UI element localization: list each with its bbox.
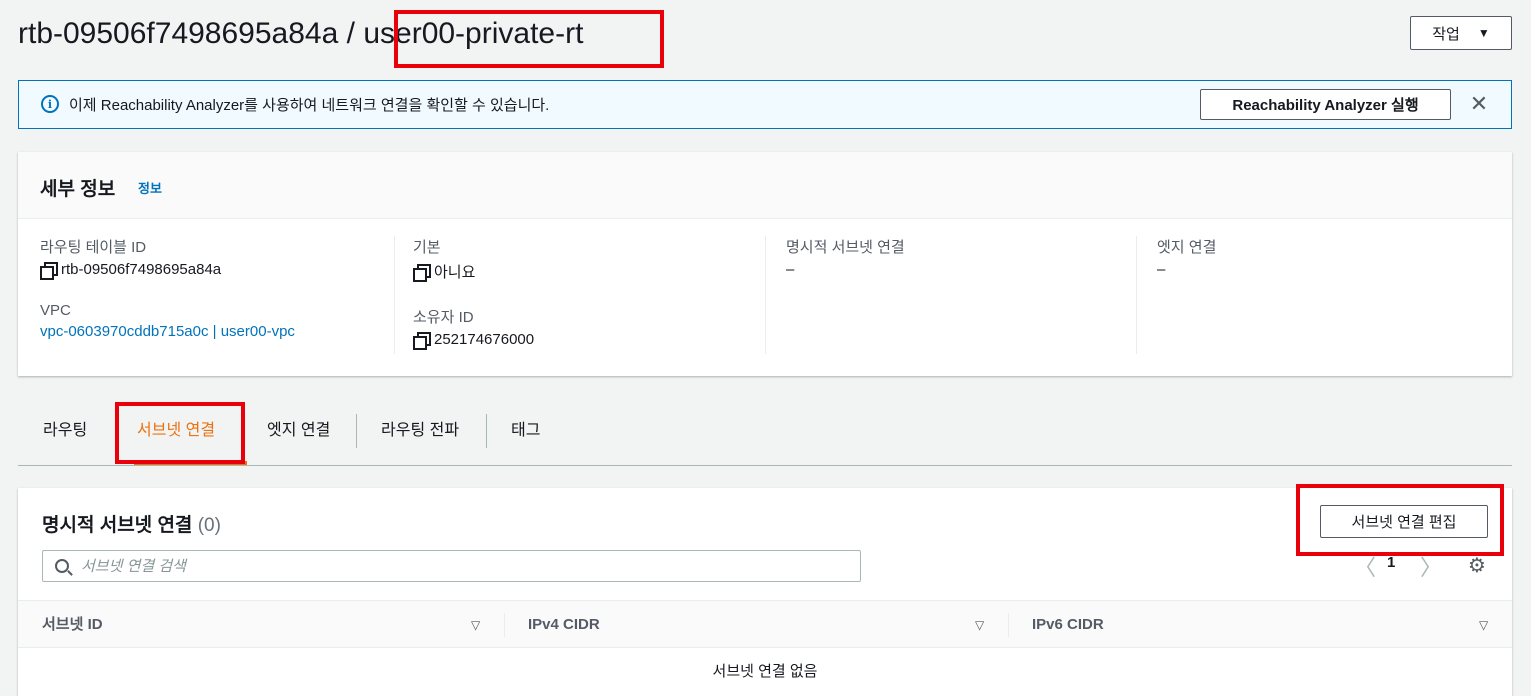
- copy-icon[interactable]: [40, 262, 58, 280]
- explicit-subnet-label: 명시적 서브넷 연결: [786, 239, 905, 256]
- details-column-2: 기본 아니요 소유자 ID 252174676000: [394, 236, 766, 354]
- edge-association-label: 엣지 연결: [1157, 239, 1217, 256]
- active-tab-underline: [134, 461, 247, 465]
- route-table-id-value: rtb-09506f7498695a84a: [40, 261, 395, 280]
- details-column-1: 라우팅 테이블 ID rtb-09506f7498695a84a VPC vpc…: [40, 236, 395, 354]
- actions-dropdown-button[interactable]: 작업 ▼: [1410, 16, 1512, 50]
- sort-icon[interactable]: ▽: [471, 601, 480, 649]
- column-header-ipv4-cidr[interactable]: IPv4 CIDR: [528, 601, 600, 649]
- copy-icon[interactable]: [413, 264, 431, 282]
- details-title: 세부 정보: [40, 179, 116, 200]
- column-divider: [1008, 613, 1009, 637]
- details-column-4: 엣지 연결 –: [1136, 236, 1491, 354]
- route-table-id-title: rtb-09506f7498695a84a: [18, 17, 339, 50]
- run-reachability-analyzer-button[interactable]: Reachability Analyzer 실행: [1200, 89, 1451, 120]
- actions-label: 작업: [1432, 25, 1460, 43]
- info-banner: i 이제 Reachability Analyzer를 사용하여 네트워크 연결…: [18, 80, 1512, 129]
- table-header: 서브넷 ID ▽ IPv4 CIDR ▽ IPv6 CIDR ▽: [18, 600, 1512, 648]
- page-title: rtb-09506f7498695a84a / user00-private-r…: [18, 14, 583, 54]
- explicit-subnet-value: –: [786, 261, 795, 278]
- details-panel: 세부 정보 정보 라우팅 테이블 ID rtb-09506f7498695a84…: [18, 152, 1512, 376]
- edge-association-value: –: [1157, 261, 1166, 278]
- tab-subnet-associations[interactable]: 서브넷 연결: [137, 414, 215, 448]
- subnet-associations-title: 명시적 서브넷 연결 (0): [42, 510, 221, 537]
- chevron-left-icon[interactable]: 〈: [1354, 550, 1376, 582]
- route-table-id-text: rtb-09506f7498695a84a: [61, 261, 222, 278]
- main-label: 기본: [413, 239, 441, 256]
- tab-route-propagation[interactable]: 라우팅 전파: [381, 414, 459, 448]
- vpc-label: VPC: [40, 302, 71, 319]
- subnet-associations-count: (0): [197, 515, 221, 536]
- subnet-associations-panel: 명시적 서브넷 연결 (0) 서브넷 연결 편집 〈 1 〉 ⚙ 서브넷 ID …: [18, 488, 1512, 696]
- owner-id-value: 252174676000: [413, 331, 766, 350]
- search-icon: [55, 559, 69, 573]
- subnet-search-box: [42, 550, 861, 582]
- route-table-name-title: user00-private-rt: [363, 17, 584, 50]
- tab-tags[interactable]: 태그: [511, 414, 540, 448]
- column-divider: [504, 613, 505, 637]
- tab-edge-associations[interactable]: 엣지 연결: [267, 414, 330, 448]
- title-separator: /: [346, 17, 355, 50]
- banner-text: 이제 Reachability Analyzer를 사용하여 네트워크 연결을 …: [69, 97, 550, 114]
- column-header-ipv6-cidr[interactable]: IPv6 CIDR: [1032, 601, 1104, 649]
- main-value: 아니요: [413, 261, 766, 282]
- details-header: 세부 정보 정보: [18, 152, 1512, 219]
- owner-id-label: 소유자 ID: [413, 309, 474, 326]
- tab-routes[interactable]: 라우팅: [43, 414, 87, 448]
- tab-divider: [356, 414, 357, 448]
- gear-icon[interactable]: ⚙: [1467, 556, 1487, 576]
- column-header-subnet-id[interactable]: 서브넷 ID: [42, 601, 103, 649]
- tab-bar: 라우팅 서브넷 연결 엣지 연결 라우팅 전파 태그: [18, 400, 1512, 466]
- copy-icon[interactable]: [413, 332, 431, 350]
- empty-table-message: 서브넷 연결 없음: [712, 663, 818, 680]
- sort-icon[interactable]: ▽: [975, 601, 984, 649]
- sort-icon[interactable]: ▽: [1479, 601, 1488, 649]
- edit-subnet-associations-button[interactable]: 서브넷 연결 편집: [1320, 505, 1488, 538]
- route-table-id-label: 라우팅 테이블 ID: [40, 239, 147, 256]
- page-number[interactable]: 1: [1387, 554, 1395, 571]
- subnet-associations-heading: 명시적 서브넷 연결: [42, 515, 193, 536]
- details-column-3: 명시적 서브넷 연결 –: [765, 236, 1137, 354]
- close-icon[interactable]: ✕: [1468, 93, 1490, 115]
- subnet-search-input[interactable]: [81, 551, 851, 581]
- info-icon: i: [41, 95, 59, 113]
- main-value-text: 아니요: [434, 264, 476, 281]
- vpc-link[interactable]: vpc-0603970cddb715a0c | user00-vpc: [40, 323, 395, 340]
- tab-divider: [486, 414, 487, 448]
- details-info-link[interactable]: 정보: [138, 178, 162, 197]
- chevron-right-icon[interactable]: 〉: [1420, 550, 1442, 582]
- owner-id-text: 252174676000: [434, 331, 535, 348]
- caret-down-icon: ▼: [1477, 26, 1490, 40]
